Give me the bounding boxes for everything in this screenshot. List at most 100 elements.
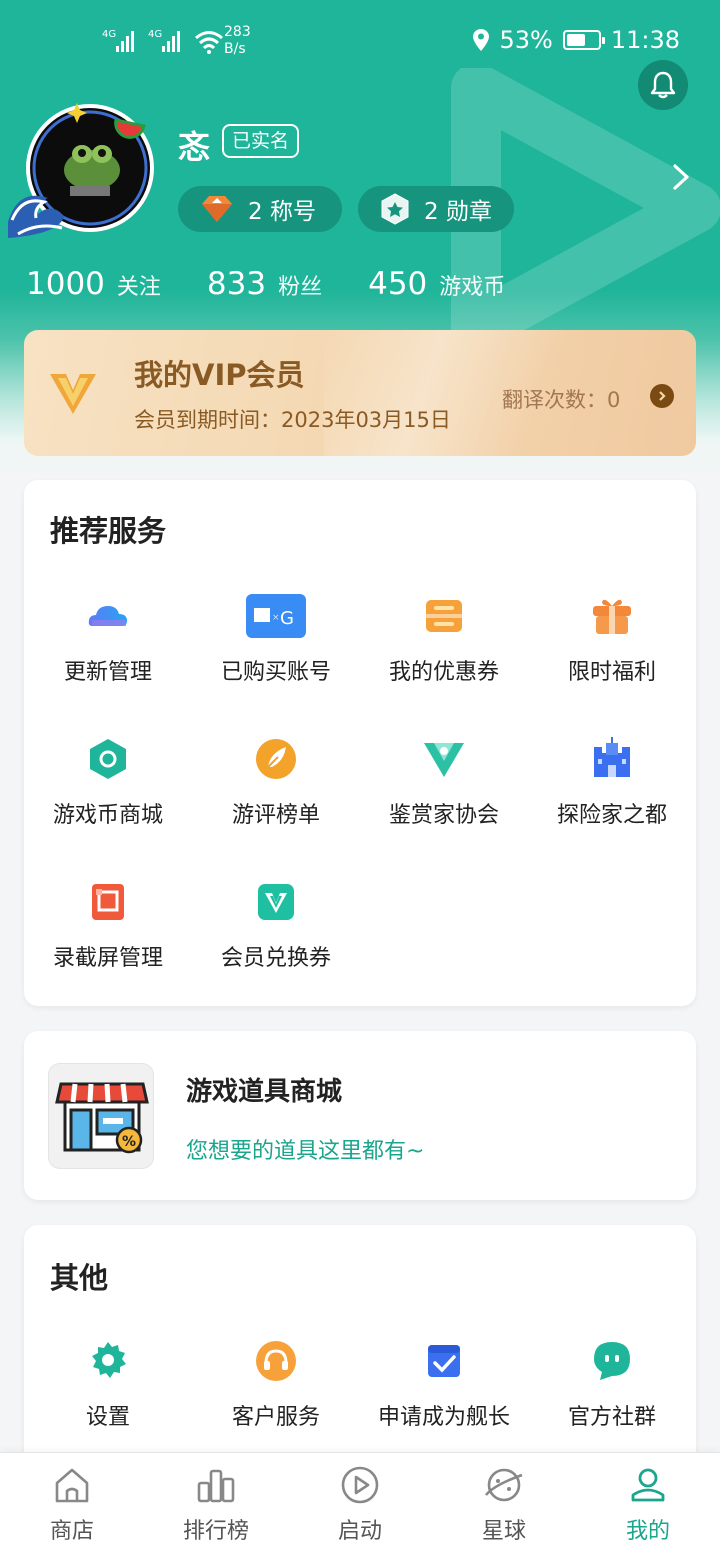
ranking-icon bbox=[197, 1469, 235, 1503]
service-explorer-capital[interactable]: 探险家之都 bbox=[528, 737, 696, 829]
svg-text:G: G bbox=[280, 608, 294, 629]
service-screenshot-manager[interactable]: 录截屏管理 bbox=[24, 880, 192, 972]
item-shop-subtitle: 您想要的道具这里都有~ bbox=[186, 1139, 425, 1164]
svg-text:×: × bbox=[272, 613, 280, 623]
vip-card[interactable]: 我的VIP会员 会员到期时间：2023年03月15日 翻译次数：0 bbox=[24, 330, 696, 456]
verified-badge: 已实名 bbox=[222, 124, 300, 158]
tab-planet[interactable]: 星球 bbox=[444, 1465, 564, 1545]
clock: 11:38 bbox=[610, 26, 680, 54]
user-icon bbox=[631, 1468, 665, 1502]
play-icon bbox=[341, 1466, 379, 1504]
coins-label[interactable]: 游戏币 bbox=[439, 269, 505, 301]
followers-count[interactable]: 833 bbox=[207, 266, 266, 302]
following-label[interactable]: 关注 bbox=[117, 269, 161, 301]
other-label: 设置 bbox=[85, 1405, 130, 1430]
store-front-icon: % bbox=[55, 1082, 149, 1154]
service-review-ranking[interactable]: 游评榜单 bbox=[192, 737, 360, 829]
chevron-right-icon bbox=[659, 391, 666, 401]
gift-icon bbox=[593, 599, 631, 634]
others-title: 其他 bbox=[50, 1261, 109, 1295]
signal-icon-2: 4G bbox=[148, 29, 180, 52]
other-official-community[interactable]: 官方社群 bbox=[528, 1339, 696, 1431]
service-my-coupons[interactable]: 我的优惠券 bbox=[360, 594, 528, 686]
vip-title: 我的VIP会员 bbox=[134, 358, 305, 392]
planet-icon bbox=[484, 1468, 523, 1502]
battery-percent: 53% bbox=[499, 26, 553, 54]
item-shop-card[interactable]: % 游戏道具商城 您想要的道具这里都有~ bbox=[24, 1031, 696, 1200]
cloud-icon bbox=[88, 606, 127, 626]
titles-label: 2 称号 bbox=[248, 199, 316, 225]
service-label: 更新管理 bbox=[63, 660, 152, 685]
service-coin-shop[interactable]: 游戏币商城 bbox=[24, 737, 192, 829]
tab-label: 商店 bbox=[49, 1519, 94, 1544]
profile-stats: 1000 关注 833 粉丝 450 游戏币 bbox=[26, 266, 551, 302]
vip-arrow-button[interactable] bbox=[650, 384, 674, 408]
service-connoisseur-association[interactable]: 鉴赏家协会 bbox=[360, 737, 528, 829]
other-settings[interactable]: 设置 bbox=[24, 1339, 192, 1431]
medal-icon bbox=[381, 193, 409, 225]
titles-pill-button[interactable]: 2 称号 bbox=[178, 186, 342, 232]
coupon-icon bbox=[426, 600, 462, 632]
service-label: 我的优惠券 bbox=[388, 660, 499, 685]
service-limited-benefits[interactable]: 限时福利 bbox=[528, 594, 696, 686]
service-label: 限时福利 bbox=[567, 660, 656, 685]
service-vip-voucher[interactable]: 会员兑换券 bbox=[192, 880, 360, 972]
service-label: 探险家之都 bbox=[556, 803, 667, 828]
signal-group: 4G 4G bbox=[102, 28, 224, 54]
coin-shop-icon bbox=[90, 739, 126, 779]
recommended-title: 推荐服务 bbox=[50, 514, 167, 548]
diamond-icon bbox=[202, 196, 232, 222]
signal-icon: 4G bbox=[102, 29, 134, 52]
tab-ranking[interactable]: 排行榜 bbox=[156, 1465, 276, 1545]
network-label-2: 4G bbox=[148, 29, 162, 40]
other-label: 官方社群 bbox=[567, 1405, 656, 1430]
account-icon: × G bbox=[246, 594, 306, 638]
store-icon bbox=[55, 1468, 89, 1503]
following-count[interactable]: 1000 bbox=[26, 266, 105, 302]
vip-voucher-icon bbox=[258, 884, 294, 920]
screenshot-icon bbox=[92, 884, 124, 920]
medals-pill-button[interactable]: 2 勋章 bbox=[358, 186, 514, 232]
service-label: 游戏币商城 bbox=[52, 803, 163, 828]
notification-bell-button[interactable] bbox=[638, 60, 688, 110]
other-apply-captain[interactable]: 申请成为舰长 bbox=[360, 1339, 528, 1431]
service-label: 已购买账号 bbox=[220, 660, 331, 685]
profile-chevron-right-icon[interactable] bbox=[666, 162, 696, 192]
coins-count[interactable]: 450 bbox=[368, 266, 427, 302]
svg-text:%: % bbox=[122, 1134, 136, 1150]
speed-unit: B/s bbox=[224, 41, 246, 57]
shop-image: % bbox=[48, 1063, 154, 1169]
vip-logo-icon bbox=[50, 374, 96, 414]
tab-mine[interactable]: 我的 bbox=[588, 1465, 708, 1545]
tab-label: 我的 bbox=[625, 1519, 670, 1544]
review-rank-icon bbox=[256, 739, 296, 779]
wifi-icon bbox=[195, 31, 223, 54]
castle-icon bbox=[594, 737, 630, 777]
status-right: 53% 11:38 bbox=[473, 26, 680, 54]
location-icon bbox=[473, 29, 490, 51]
speed-value: 283 bbox=[224, 24, 251, 40]
vip-expiry: 会员到期时间：2023年03月15日 bbox=[134, 408, 451, 432]
user-name: 忞 bbox=[178, 128, 211, 166]
medals-label: 2 勋章 bbox=[424, 199, 492, 225]
avatar[interactable] bbox=[8, 102, 158, 242]
tab-launch[interactable]: 启动 bbox=[300, 1465, 420, 1545]
tab-store[interactable]: 商店 bbox=[12, 1465, 132, 1545]
battery-icon bbox=[562, 30, 605, 50]
service-update-manager[interactable]: 更新管理 bbox=[24, 594, 192, 686]
item-shop-title: 游戏道具商城 bbox=[186, 1077, 343, 1107]
headset-icon bbox=[256, 1341, 296, 1381]
bottom-tab-bar: 商店 排行榜 启动 星球 我的 bbox=[0, 1452, 720, 1560]
connoisseur-icon bbox=[424, 743, 464, 777]
other-label: 客户服务 bbox=[231, 1405, 320, 1430]
service-purchased-accounts[interactable]: × G 已购买账号 bbox=[192, 594, 360, 686]
translation-count: 翻译次数：0 bbox=[502, 388, 621, 412]
gear-icon bbox=[92, 1342, 126, 1378]
service-label: 会员兑换券 bbox=[220, 946, 331, 971]
service-label: 鉴赏家协会 bbox=[388, 803, 499, 828]
followers-label[interactable]: 粉丝 bbox=[278, 269, 322, 301]
others-card: 其他 设置 客户服务 申请成为舰长 官方社群 bbox=[24, 1225, 696, 1485]
other-customer-service[interactable]: 客户服务 bbox=[192, 1339, 360, 1431]
tab-label: 启动 bbox=[337, 1519, 382, 1544]
bell-icon bbox=[650, 71, 676, 99]
